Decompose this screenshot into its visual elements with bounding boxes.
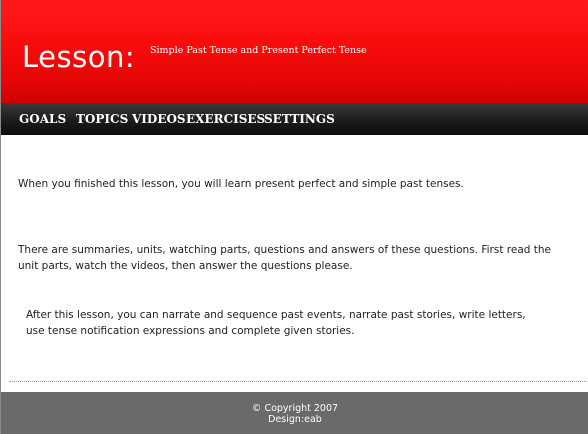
nav-settings-link[interactable]: SETTINGS xyxy=(264,112,335,126)
nav-exercises-link[interactable]: EXERCISES xyxy=(186,112,265,126)
copyright-text: © Copyright 2007 xyxy=(251,403,339,414)
content-divider xyxy=(9,381,588,382)
instructions-paragraph: There are summaries, units, watching par… xyxy=(18,242,551,274)
outcomes-line-1: After this lesson, you can narrate and s… xyxy=(26,309,526,321)
site-title: Lesson: xyxy=(22,40,136,74)
lesson-page: Lesson: Simple Past Tense and Present Pe… xyxy=(0,0,588,434)
nav-topics-link[interactable]: TOPICS xyxy=(76,112,128,126)
lesson-content: When you finished this lesson, you will … xyxy=(1,135,588,392)
footer: © Copyright 2007 Design:eab xyxy=(1,392,588,434)
instructions-line-2: unit parts, watch the videos, then answe… xyxy=(18,260,353,272)
nav-videos-link[interactable]: VIDEOS xyxy=(132,112,186,126)
instructions-line-1: There are summaries, units, watching par… xyxy=(18,244,552,256)
nav-goals-link[interactable]: GOALS xyxy=(19,112,66,126)
outcomes-paragraph: After this lesson, you can narrate and s… xyxy=(26,307,526,339)
header-banner: Lesson: Simple Past Tense and Present Pe… xyxy=(1,0,588,103)
outcomes-line-2: use tense notification expressions and c… xyxy=(26,325,355,337)
lesson-subtitle: Simple Past Tense and Present Perfect Te… xyxy=(150,45,367,56)
goal-paragraph: When you finished this lesson, you will … xyxy=(18,176,464,192)
goal-line: When you finished this lesson, you will … xyxy=(18,178,464,190)
main-nav: GOALS TOPICS VIDEOS EXERCISES SETTINGS xyxy=(1,103,588,135)
design-credit: Design:eab xyxy=(268,414,322,425)
